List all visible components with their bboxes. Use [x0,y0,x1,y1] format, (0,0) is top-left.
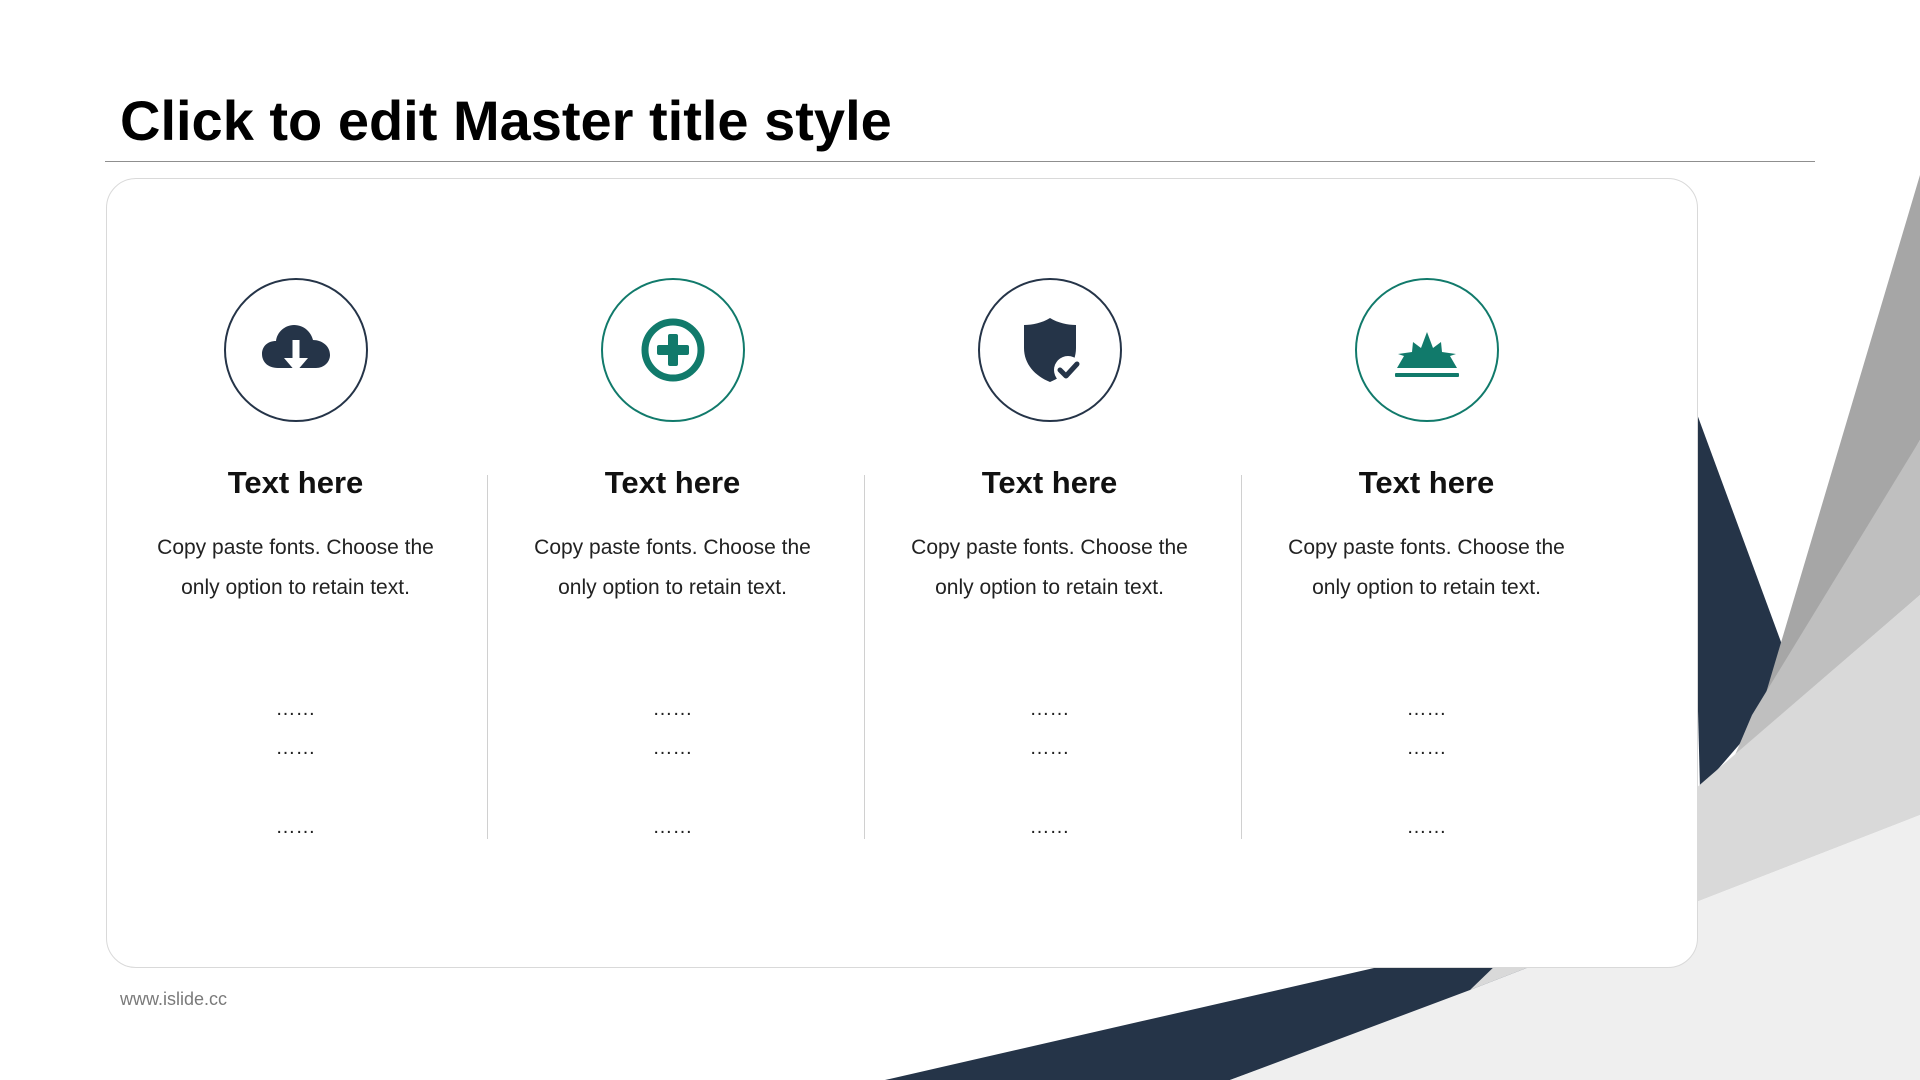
sunrise-burst-icon [1395,332,1459,377]
feature-column-1: Text here Copy paste fonts. Choose the o… [107,179,484,967]
placeholder-dots: …… [1029,816,1070,838]
feature-column-4: Text here Copy paste fonts. Choose the o… [1238,179,1615,967]
placeholder-dots: …… [1029,737,1070,759]
icon-ring [601,278,745,422]
column-heading[interactable]: Text here [1238,465,1615,501]
placeholder-dots: …… [275,737,316,759]
placeholder-dots: …… [275,816,316,838]
title-underline [105,161,1815,162]
column-body-text[interactable]: Copy paste fonts. Choose the only option… [147,528,444,608]
shield-check-icon [1024,318,1082,384]
placeholder-dots: …… [652,698,693,720]
feature-column-3: Text here Copy paste fonts. Choose the o… [861,179,1238,967]
content-card: Text here Copy paste fonts. Choose the o… [106,178,1698,968]
placeholder-dots: …… [1406,698,1447,720]
plus-circle-icon [641,318,705,382]
column-heading[interactable]: Text here [484,465,861,501]
placeholder-dots: …… [652,737,693,759]
icon-ring [978,278,1122,422]
placeholder-dots: …… [1406,816,1447,838]
column-body-text[interactable]: Copy paste fonts. Choose the only option… [1278,528,1575,608]
footer-website: www.islide.cc [120,989,228,1009]
icon-ring [224,278,368,422]
column-heading[interactable]: Text here [107,465,484,501]
placeholder-dots: …… [652,816,693,838]
column-body-text[interactable]: Copy paste fonts. Choose the only option… [524,528,821,608]
slide-title[interactable]: Click to edit Master title style [120,88,892,153]
feature-column-2: Text here Copy paste fonts. Choose the o… [484,179,861,967]
icon-ring [1355,278,1499,422]
cloud-download-icon [262,325,330,372]
placeholder-dots: …… [1029,698,1070,720]
column-body-text[interactable]: Copy paste fonts. Choose the only option… [901,528,1198,608]
column-heading[interactable]: Text here [861,465,1238,501]
placeholder-dots: …… [275,698,316,720]
placeholder-dots: …… [1406,737,1447,759]
